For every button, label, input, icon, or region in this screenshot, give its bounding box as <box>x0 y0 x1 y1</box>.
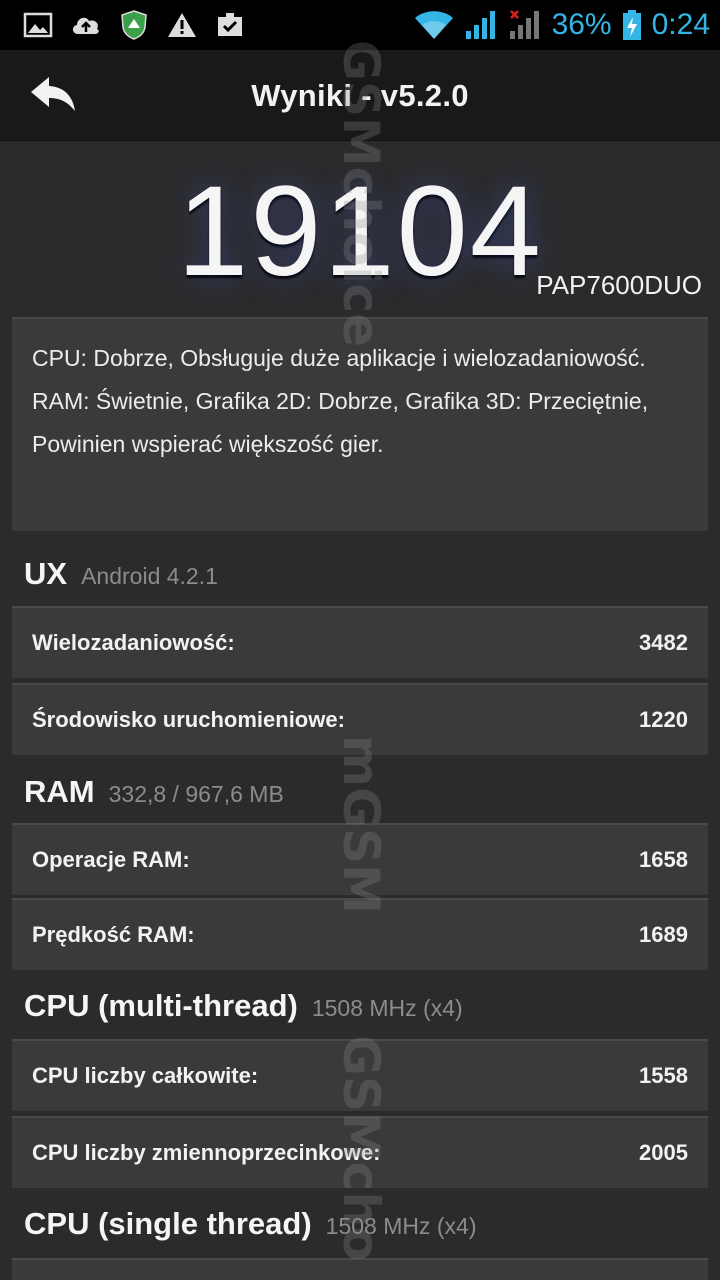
notification-icons <box>0 9 246 41</box>
result-row[interactable]: CPU liczby zmiennoprzecinkowe: 2005 <box>12 1116 708 1188</box>
result-description-card: CPU: Dobrze, Obsługuje duże aplikacje i … <box>12 317 708 531</box>
cloud-upload-icon <box>70 9 102 41</box>
section-subtitle: 332,8 / 967,6 MB <box>108 781 284 807</box>
section-title: UX <box>24 556 68 591</box>
warning-icon <box>166 9 198 41</box>
result-row[interactable]: Prędkość RAM: 1689 <box>12 898 708 970</box>
section-subtitle: 1508 MHz (x4) <box>311 995 463 1021</box>
action-bar: Wyniki - v5.2.0 <box>0 50 720 141</box>
signal-icon <box>464 9 500 41</box>
result-row[interactable]: Wielozadaniowość: 3482 <box>12 606 708 678</box>
row-value: 1558 <box>639 1063 688 1088</box>
section-header-ux: UX Android 4.2.1 <box>24 556 218 592</box>
signal-no-service-icon <box>508 9 544 41</box>
result-row[interactable]: CPU liczby całkowite: 1558 <box>12 1039 708 1111</box>
clipboard-check-icon <box>214 9 246 41</box>
screen: 36% 0:24 Wyniki - v5.2.0 19104 PAP7600DU… <box>0 0 720 1280</box>
section-header-ram: RAM 332,8 / 967,6 MB <box>24 774 284 810</box>
result-row-partial[interactable] <box>12 1258 708 1280</box>
row-value: 1658 <box>639 847 688 872</box>
system-icons: 36% 0:24 <box>412 0 710 50</box>
row-label: CPU liczby zmiennoprzecinkowe: <box>32 1140 381 1165</box>
device-model: PAP7600DUO <box>536 270 702 300</box>
row-value: 3482 <box>639 630 688 655</box>
row-label: Wielozadaniowość: <box>32 630 235 655</box>
row-value: 2005 <box>639 1140 688 1165</box>
section-header-cpu-single: CPU (single thread) 1508 MHz (x4) <box>24 1206 476 1242</box>
row-label: Prędkość RAM: <box>32 922 195 947</box>
clock: 0:24 <box>651 8 710 41</box>
row-label: Operacje RAM: <box>32 847 190 872</box>
row-value: 1689 <box>639 922 688 947</box>
result-row[interactable]: Operacje RAM: 1658 <box>12 823 708 895</box>
section-subtitle: Android 4.2.1 <box>81 563 218 589</box>
image-icon <box>22 9 54 41</box>
battery-charging-icon <box>620 9 644 41</box>
page-title: Wyniki - v5.2.0 <box>251 78 469 113</box>
row-value: 1220 <box>639 707 688 732</box>
section-title: CPU (single thread) <box>24 1206 312 1241</box>
row-label: Środowisko uruchomieniowe: <box>32 707 345 732</box>
section-header-cpu-multi: CPU (multi-thread) 1508 MHz (x4) <box>24 988 463 1024</box>
result-row[interactable]: Środowisko uruchomieniowe: 1220 <box>12 683 708 755</box>
row-label: CPU liczby całkowite: <box>32 1063 259 1088</box>
section-title: CPU (multi-thread) <box>24 988 298 1023</box>
status-bar: 36% 0:24 <box>0 0 720 50</box>
result-description: CPU: Dobrze, Obsługuje duże aplikacje i … <box>32 345 649 457</box>
battery-percentage: 36% <box>551 8 612 41</box>
section-subtitle: 1508 MHz (x4) <box>325 1213 477 1239</box>
wifi-icon <box>412 9 456 41</box>
shield-icon <box>118 9 150 41</box>
section-title: RAM <box>24 774 95 809</box>
